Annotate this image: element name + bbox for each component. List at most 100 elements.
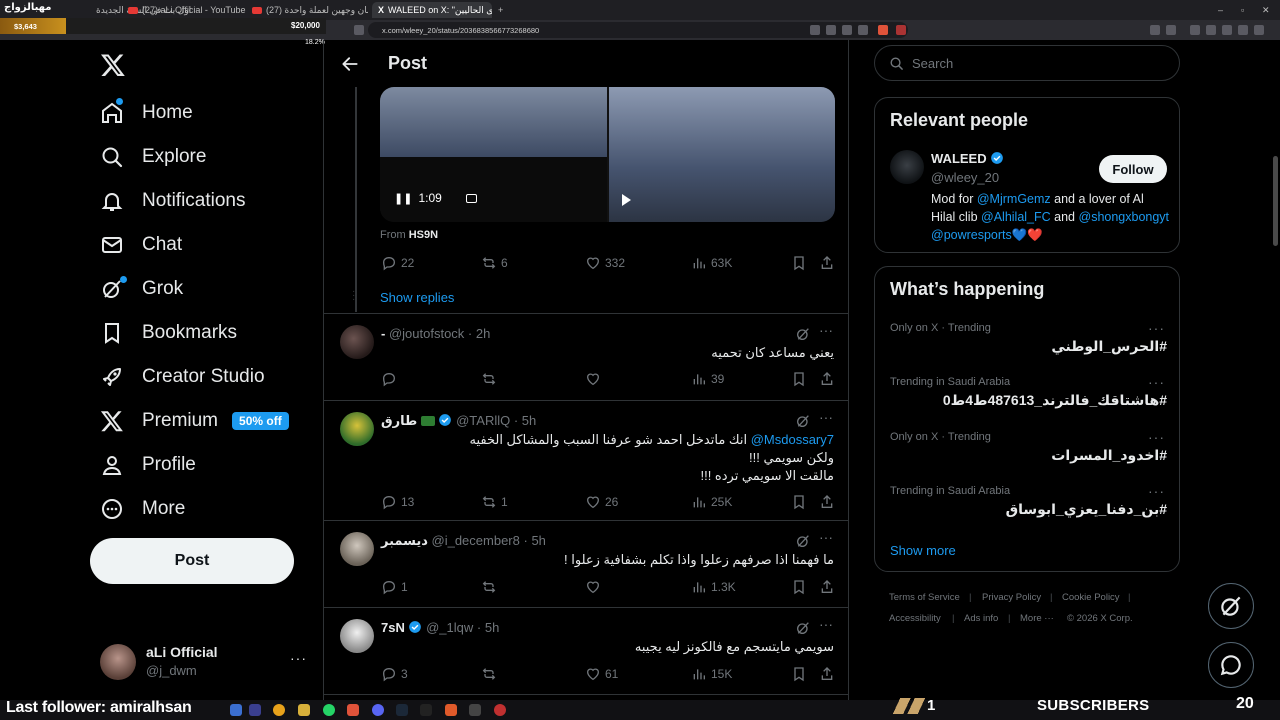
like-button[interactable]: [585, 579, 605, 595]
reply-handle[interactable]: @i_december8: [432, 533, 520, 548]
nav-chat[interactable]: Chat: [100, 232, 182, 258]
extension-icon[interactable]: [1166, 25, 1176, 35]
close-window-icon[interactable]: ✕: [1262, 2, 1272, 18]
views-button[interactable]: 39: [691, 371, 724, 387]
extension-icon[interactable]: [1150, 25, 1160, 35]
more-icon[interactable]: ···: [819, 616, 835, 632]
reply-button[interactable]: [381, 371, 401, 387]
reply-item[interactable]: ديسمبر @i_december8 · 5h ··· ما فهمنا اذ…: [324, 521, 848, 607]
media-icon[interactable]: [1190, 25, 1200, 35]
like-button[interactable]: 332: [585, 255, 625, 271]
reply-time[interactable]: 2h: [476, 326, 490, 341]
bookmark-button[interactable]: [791, 579, 807, 595]
back-arrow-icon[interactable]: [340, 54, 360, 74]
footer-link[interactable]: Ads info: [964, 613, 998, 624]
grok-fab-button[interactable]: [1208, 583, 1254, 629]
reply-author-name[interactable]: ديسمبر: [381, 533, 428, 548]
like-button[interactable]: [585, 371, 605, 387]
rewards-icon[interactable]: [896, 25, 906, 35]
bookmark-button[interactable]: [791, 666, 807, 682]
search-input[interactable]: Search: [874, 45, 1180, 81]
terminal-icon[interactable]: [420, 704, 432, 716]
repost-button[interactable]: 6: [481, 255, 508, 271]
footer-link[interactable]: Accessibility: [889, 613, 941, 624]
app-icon[interactable]: [230, 704, 242, 716]
folder-icon[interactable]: [298, 704, 310, 716]
grok-icon[interactable]: [795, 413, 811, 429]
footer-more-link[interactable]: More ···: [1020, 613, 1054, 624]
share-button[interactable]: [819, 255, 835, 271]
footer-link[interactable]: Cookie Policy: [1062, 592, 1120, 603]
share-icon[interactable]: [858, 25, 868, 35]
reply-author-name[interactable]: طارق: [381, 413, 417, 428]
wallet-icon[interactable]: [1222, 25, 1232, 35]
share-button[interactable]: [819, 666, 835, 682]
more-icon[interactable]: ···: [819, 529, 835, 545]
bookmark-button[interactable]: [791, 494, 807, 510]
trend-item[interactable]: Only on X · Trending ··· #الحرس_الوطني: [875, 317, 1181, 371]
brave-shield-icon[interactable]: [878, 25, 888, 35]
profile-icon[interactable]: [1254, 25, 1264, 35]
mention-link[interactable]: @powresports: [931, 228, 1012, 242]
views-button[interactable]: 15K: [691, 666, 732, 682]
more-icon[interactable]: ···: [1148, 429, 1165, 445]
reply-time[interactable]: 5h: [531, 533, 545, 548]
views-button[interactable]: 63K: [691, 255, 732, 271]
show-replies-link[interactable]: Show replies: [380, 290, 454, 305]
zoom-icon[interactable]: [842, 25, 852, 35]
footer-link[interactable]: Terms of Service: [889, 592, 960, 603]
repost-button[interactable]: 1: [481, 494, 508, 510]
reply-item[interactable]: طارق @TARllQ · 5h ··· @Msdossary7 انك ما…: [324, 401, 848, 521]
mention-link[interactable]: @Alhilal_FC: [981, 210, 1051, 224]
account-switcher[interactable]: aLi Official @j_dwm ···: [100, 644, 310, 680]
reply-author-name[interactable]: -: [381, 326, 385, 341]
bookmark-icon[interactable]: [354, 25, 364, 35]
follow-button[interactable]: Follow: [1099, 155, 1167, 183]
nav-grok[interactable]: Grok: [100, 276, 183, 302]
bookmark-button[interactable]: [791, 255, 807, 271]
post-button[interactable]: Post: [90, 538, 294, 584]
cast-icon[interactable]: [826, 25, 836, 35]
play-icon[interactable]: [622, 194, 631, 206]
app-icon[interactable]: [469, 704, 481, 716]
views-button[interactable]: 25K: [691, 494, 732, 510]
chat-fab-button[interactable]: [1208, 642, 1254, 688]
video-source-name[interactable]: HS9N: [409, 229, 438, 241]
reply-handle[interactable]: @_1lqw: [426, 620, 473, 635]
bookmark-button[interactable]: [791, 371, 807, 387]
more-icon[interactable]: ···: [1148, 374, 1165, 390]
more-icon[interactable]: ···: [819, 322, 835, 338]
reply-button[interactable]: 3: [381, 666, 408, 682]
share-button[interactable]: [819, 371, 835, 387]
scrollbar-thumb[interactable]: [1273, 156, 1278, 246]
show-more-link[interactable]: Show more: [890, 543, 956, 558]
grok-icon[interactable]: [795, 326, 811, 342]
brave-icon[interactable]: [347, 704, 359, 716]
reply-item[interactable]: 7sN @_1lqw · 5h ··· سويمي مايتسجم مع فال…: [324, 608, 848, 694]
views-button[interactable]: 1.3K: [691, 579, 736, 595]
reply-handle[interactable]: @joutofstock: [389, 326, 464, 341]
like-button[interactable]: 26: [585, 494, 618, 510]
repost-button[interactable]: [481, 371, 501, 387]
nav-notifications[interactable]: Notifications: [100, 188, 246, 214]
repost-button[interactable]: [481, 579, 501, 595]
footer-link[interactable]: Privacy Policy: [982, 592, 1041, 603]
more-icon[interactable]: ···: [819, 409, 835, 425]
repost-button[interactable]: [481, 666, 501, 682]
trend-item[interactable]: Trending in Saudi Arabia ··· #بن_دفنا_يع…: [875, 480, 1181, 534]
maximize-icon[interactable]: ▫: [1241, 2, 1251, 18]
share-button[interactable]: [819, 579, 835, 595]
mention-link[interactable]: @Msdossary7: [751, 432, 834, 447]
browser-tab[interactable]: (27) aLi Official - YouTube: [128, 2, 248, 18]
obs-icon[interactable]: [494, 704, 506, 716]
fullscreen-icon[interactable]: [465, 193, 477, 203]
whatsapp-icon[interactable]: [323, 704, 335, 716]
trend-item[interactable]: Trending in Saudi Arabia ··· #هاشتاقك_فا…: [875, 371, 1181, 425]
share-button[interactable]: [819, 494, 835, 510]
reply-handle[interactable]: @TARllQ: [456, 413, 510, 428]
reply-button[interactable]: 1: [381, 579, 408, 595]
chrome-icon[interactable]: [273, 704, 285, 716]
browser-tab-active[interactable]: XWALEED on X: "المحتوى الحاليين"✕: [372, 2, 492, 18]
nav-bookmarks[interactable]: Bookmarks: [100, 320, 237, 346]
nav-profile[interactable]: Profile: [100, 452, 196, 478]
